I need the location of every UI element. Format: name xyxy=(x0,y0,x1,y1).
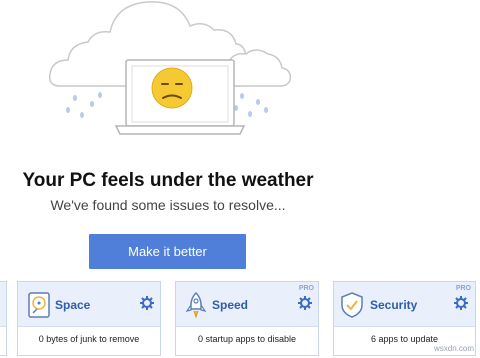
watermark: wsxdn.com xyxy=(433,344,474,353)
gear-icon[interactable] xyxy=(454,296,468,310)
page-title: Your PC feels under the weather xyxy=(22,170,314,191)
make-it-better-button[interactable]: Make it better xyxy=(89,234,246,269)
space-card[interactable]: Space 0 bytes of junk to remove xyxy=(17,281,161,356)
space-card-desc: 0 bytes of junk to remove xyxy=(38,334,140,344)
security-card-title: Security xyxy=(370,298,418,312)
disk-icon xyxy=(28,292,50,318)
speed-card-desc: 0 startup apps to disable xyxy=(197,334,297,344)
pro-badge: PRO xyxy=(298,285,314,292)
space-card-title: Space xyxy=(55,298,91,312)
speed-card-title: Speed xyxy=(212,298,249,312)
shield-icon xyxy=(341,292,363,318)
rocket-icon xyxy=(185,291,207,319)
sad-face-icon xyxy=(151,67,193,109)
subtitle: We've found some issues to resolve... xyxy=(50,197,286,213)
weather-illustration xyxy=(48,1,292,135)
partial-card-left[interactable] xyxy=(0,281,7,356)
gear-icon[interactable] xyxy=(298,296,312,310)
security-card-desc: 6 apps to update xyxy=(370,334,439,344)
pro-badge: PRO xyxy=(455,285,471,292)
speed-card[interactable]: PRO Speed 0 startup apps to disable xyxy=(175,281,319,356)
gear-icon[interactable] xyxy=(140,296,154,310)
